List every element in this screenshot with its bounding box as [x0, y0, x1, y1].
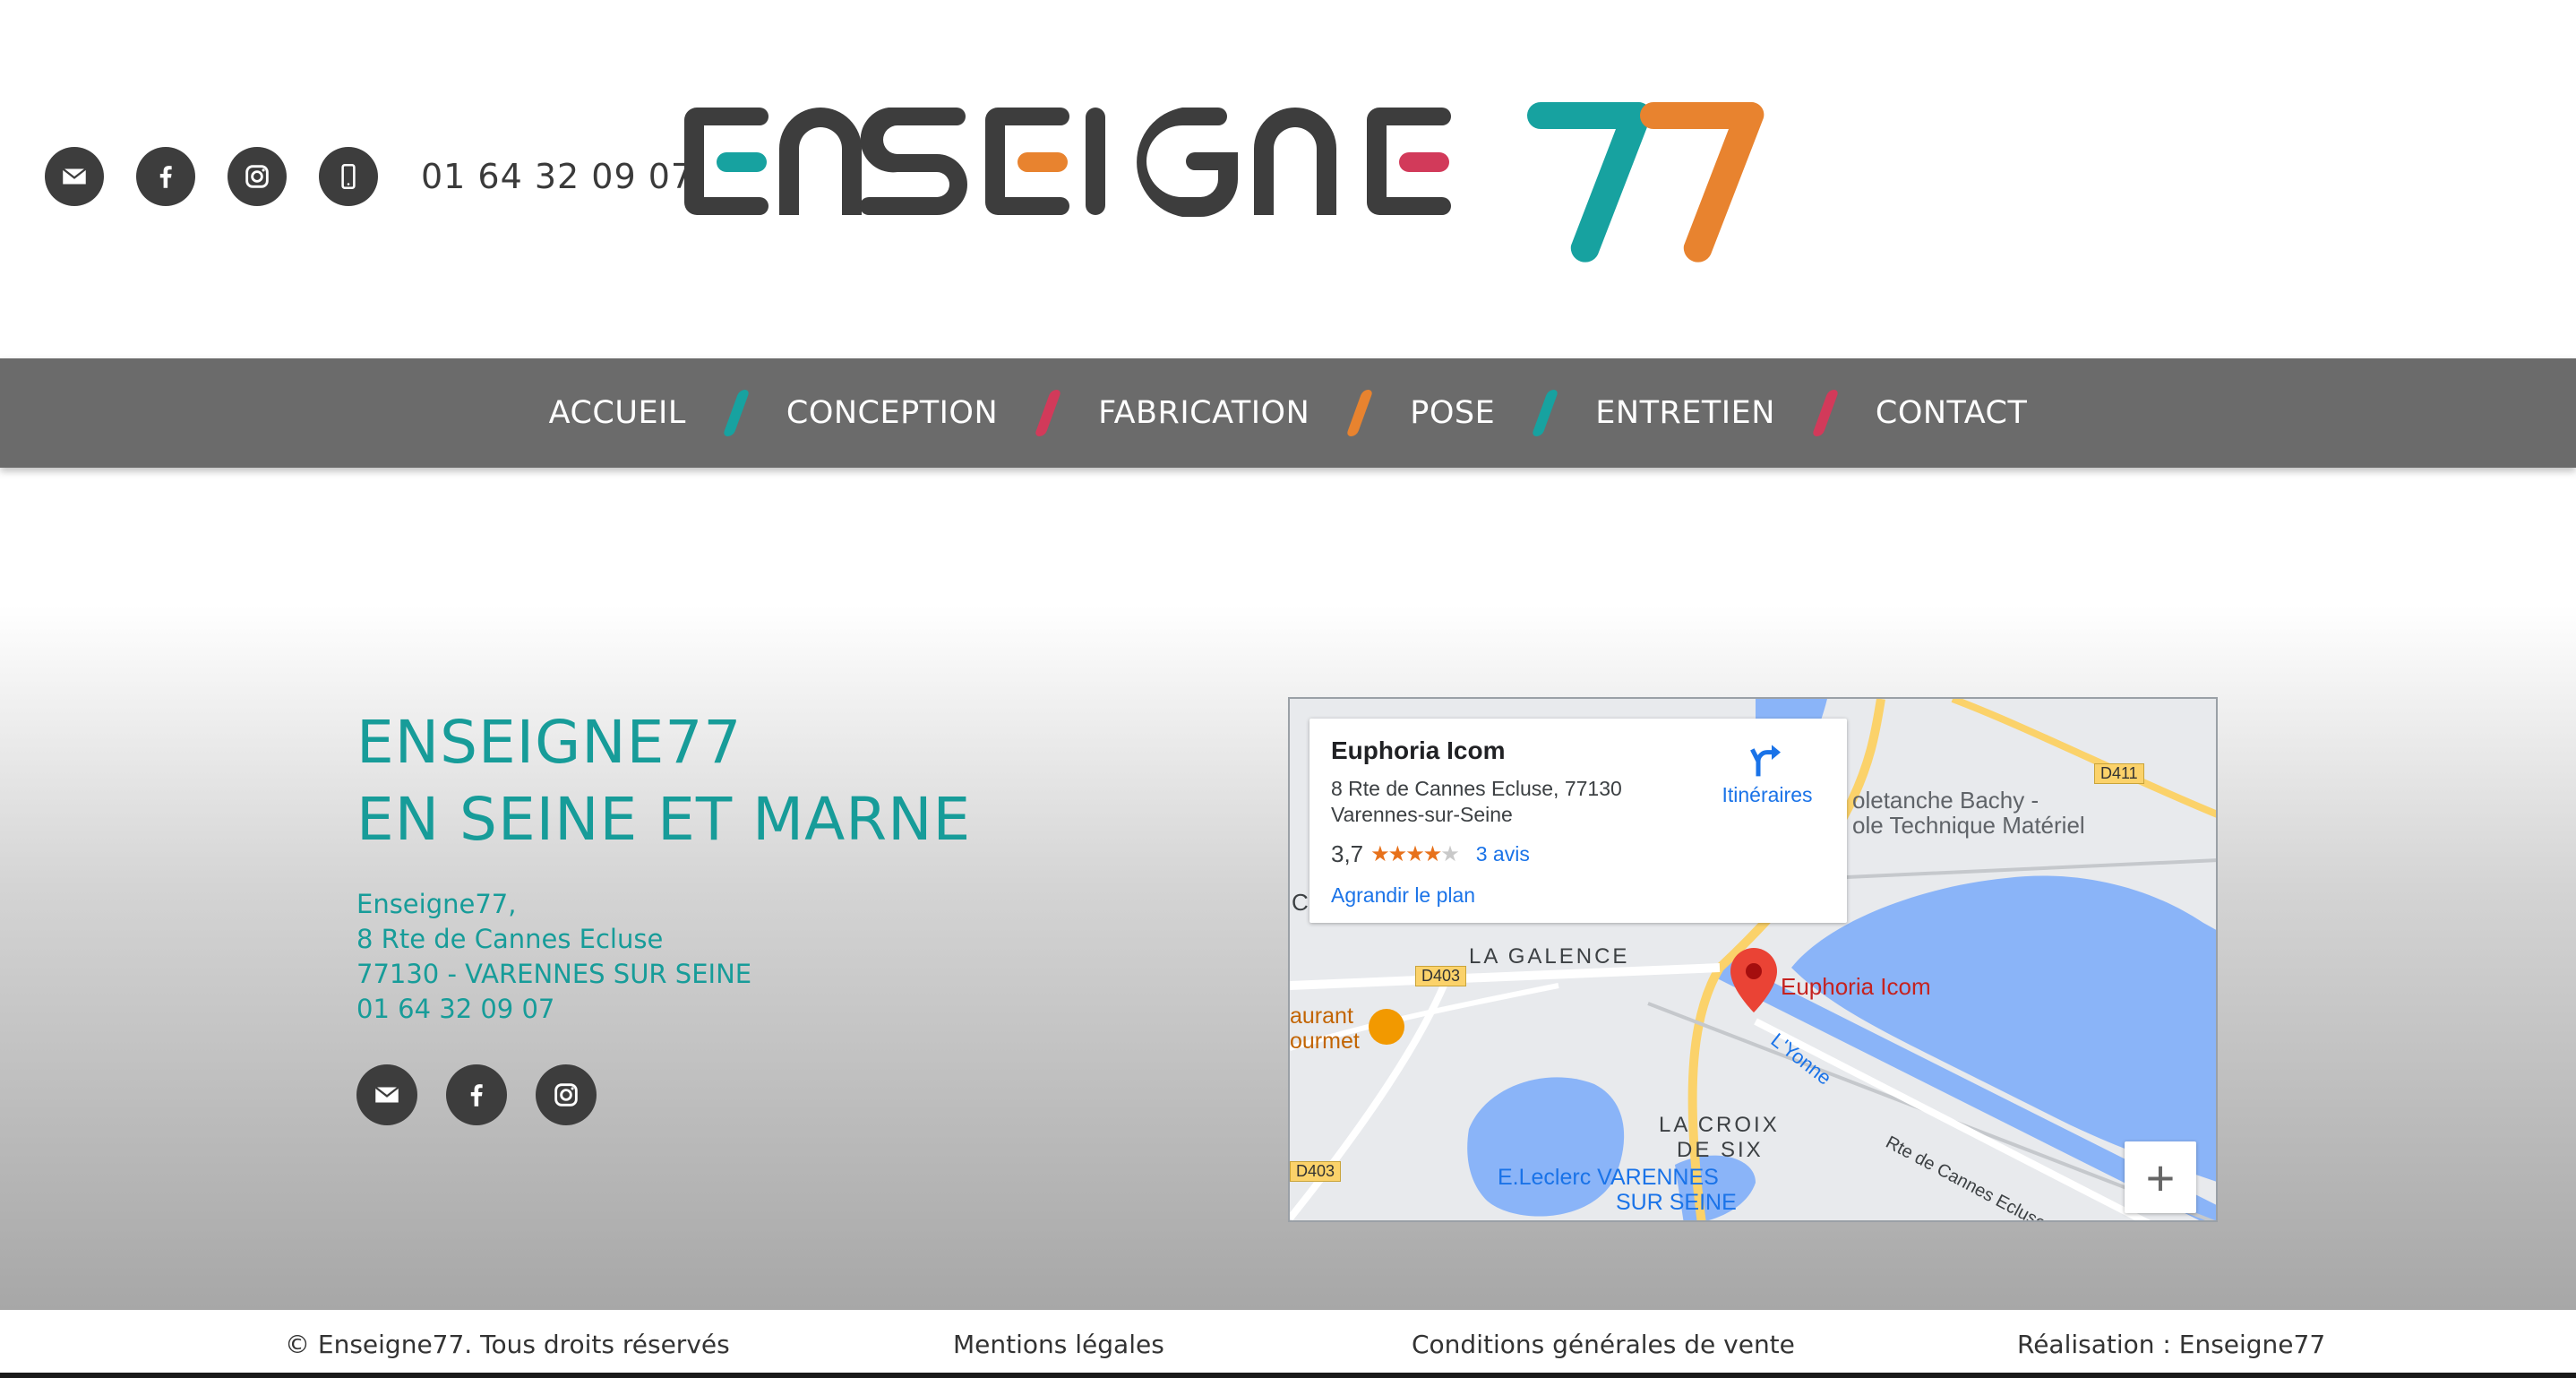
header-phone-number[interactable]: 01 64 32 09 07 [421, 157, 693, 196]
map-label-edge: C [1292, 889, 1309, 916]
facebook-icon[interactable] [446, 1064, 507, 1125]
site-logo[interactable] [681, 90, 1899, 269]
nav-item-fabrication[interactable]: FABRICATION [1098, 395, 1309, 431]
contact-heading: ENSEIGNE77 EN SEINE ET MARNE [356, 704, 971, 858]
map-label-bachy-2: ole Technique Matériel [1852, 812, 2085, 839]
google-map-embed[interactable]: LA GALENCE LA CROIX DE SIX E.Leclerc VAR… [1288, 697, 2218, 1222]
directions-label: Itinéraires [1722, 783, 1813, 806]
footer-terms-link[interactable]: Conditions générales de vente [1412, 1330, 1795, 1359]
mobile-phone-icon[interactable] [319, 147, 378, 206]
map-road-d403-2: D403 [1290, 1161, 1342, 1182]
email-icon[interactable] [356, 1064, 417, 1125]
address-company: Enseigne77, [356, 889, 517, 919]
map-label-croix-2: DE SIX [1677, 1138, 1764, 1162]
map-label-croix: LA CROIX [1659, 1113, 1780, 1137]
map-label-leclerc[interactable]: E.Leclerc VARENNES [1498, 1165, 1719, 1191]
enlarge-map-link[interactable]: Agrandir le plan [1331, 883, 1475, 908]
footer-credit: Réalisation : Enseigne77 [2017, 1330, 2326, 1359]
star-rating-icon: ★★★★★ [1370, 842, 1460, 866]
nav-item-pose[interactable]: POSE [1410, 395, 1495, 431]
nav-separator [1531, 390, 1559, 436]
contact-social-links [356, 1064, 625, 1125]
map-place-card: Euphoria Icom 8 Rte de Cannes Ecluse, 77… [1309, 719, 1847, 923]
facebook-icon[interactable] [136, 147, 195, 206]
nav-separator [1811, 390, 1840, 436]
instagram-icon[interactable] [536, 1064, 597, 1125]
nav-item-entretien[interactable]: ENTRETIEN [1595, 395, 1775, 431]
nav-item-accueil[interactable]: ACCUEIL [549, 395, 686, 431]
nav-separator [1345, 390, 1374, 436]
map-label-leclerc-2[interactable]: SUR SEINE [1616, 1190, 1737, 1216]
nav-separator [1034, 390, 1062, 436]
nav-separator [722, 390, 751, 436]
place-name: Euphoria Icom [1331, 736, 1506, 764]
place-rating: 3,7 ★★★★★ 3 avis [1331, 840, 1530, 868]
site-header: 01 64 32 09 07 [0, 0, 2576, 358]
rating-value: 3,7 [1331, 840, 1364, 867]
contact-heading-line2: EN SEINE ET MARNE [356, 785, 972, 854]
directions-icon [1750, 745, 1781, 777]
nav-item-conception[interactable]: CONCEPTION [786, 395, 998, 431]
nav-item-contact[interactable]: CONTACT [1876, 395, 2027, 431]
contact-address: Enseigne77, 8 Rte de Cannes Ecluse 77130… [356, 887, 751, 1027]
footer-legal-link[interactable]: Mentions légales [953, 1330, 1164, 1359]
email-icon[interactable] [45, 147, 104, 206]
reviews-link[interactable]: 3 avis [1476, 842, 1530, 866]
contact-heading-line1: ENSEIGNE77 [356, 708, 743, 777]
map-road-d403: D403 [1415, 966, 1467, 986]
address-phone[interactable]: 01 64 32 09 07 [356, 992, 751, 1027]
footer-copyright: © Enseigne77. Tous droits réservés [285, 1330, 730, 1359]
zoom-in-button[interactable]: + [2125, 1141, 2196, 1213]
bottom-border [0, 1373, 2576, 1378]
main-navigation: ACCUEIL CONCEPTION FABRICATION POSE ENTR… [0, 358, 2576, 468]
place-address: 8 Rte de Cannes Ecluse, 77130 Varennes-s… [1331, 777, 1622, 826]
header-contact-bar: 01 64 32 09 07 [45, 147, 693, 206]
address-city: 77130 - VARENNES SUR SEINE [356, 959, 752, 989]
map-road-d411: D411 [2094, 763, 2144, 784]
map-label-restaurant-2: ourmet [1290, 1029, 1360, 1054]
site-footer: © Enseigne77. Tous droits réservés Menti… [0, 1310, 2576, 1378]
map-label-galence: LA GALENCE [1469, 944, 1630, 969]
map-pin-label[interactable]: Euphoria Icom [1781, 973, 1931, 1001]
map-label-bachy: oletanche Bachy - [1852, 787, 2039, 814]
directions-button[interactable]: Itinéraires [1700, 740, 1834, 807]
address-street: 8 Rte de Cannes Ecluse [356, 924, 664, 954]
map-label-restaurant: aurant [1290, 1003, 1353, 1029]
instagram-icon[interactable] [228, 147, 287, 206]
